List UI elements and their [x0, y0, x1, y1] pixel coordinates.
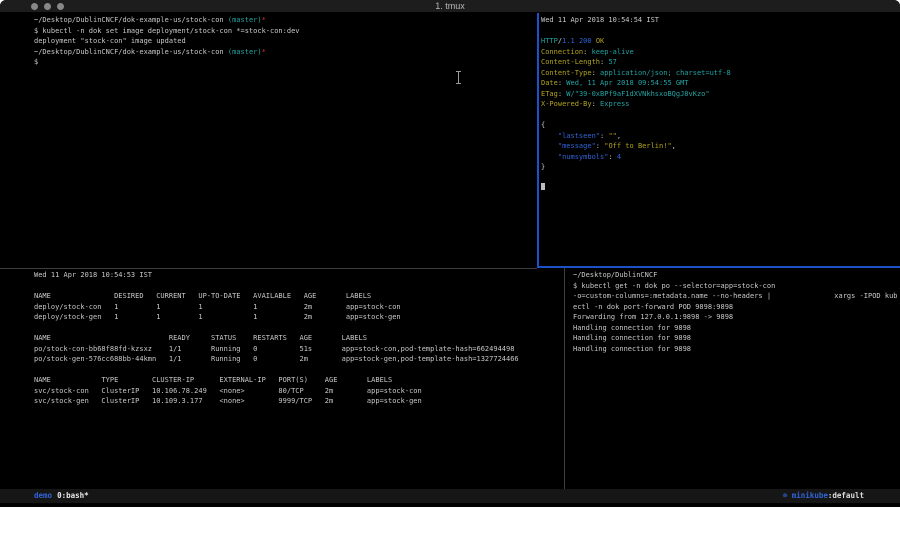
terminal-line: HTTP/1.1 200 OK [541, 36, 900, 47]
terminal-line: $ [34, 57, 537, 68]
terminal-line: ETag: W/"39-0xBPf9aF1dXVNkhsxoBQgJ8vKzo" [541, 89, 900, 100]
pane-shell-kubectl-set-image[interactable]: ~/Desktop/DublinCNCF/dok-example-us/stoc… [0, 13, 537, 266]
terminal-line: deploy/stock-gen 1 1 1 1 2m app=stock-ge… [34, 312, 564, 323]
terminal-line: svc/stock-gen ClusterIP 10.109.3.177 <no… [34, 396, 564, 407]
mouse-ibeam-cursor [456, 71, 461, 84]
terminal-line: Handling connection for 9898 [573, 344, 900, 355]
terminal-line [541, 26, 900, 37]
terminal-line [541, 110, 900, 121]
terminal-line: { [541, 120, 900, 131]
terminal-line: ~/Desktop/DublinCNCF [573, 270, 900, 281]
terminal-line: Wed 11 Apr 2018 10:54:54 IST [541, 15, 900, 26]
terminal-line: ectl -n dok port-forward POD 9898:9898 [573, 302, 900, 313]
terminal-line: "numsymbols": 4 [541, 152, 900, 163]
terminal-line: $ kubectl -n dok set image deployment/st… [34, 26, 537, 37]
terminal-line: deployment "stock-con" image updated [34, 36, 537, 47]
window-title: 1. tmux [0, 1, 900, 11]
terminal-line: } [541, 162, 900, 173]
terminal-cursor [541, 183, 545, 190]
tmux-window-tab[interactable]: 0:bash* [57, 491, 89, 500]
terminal-line [34, 281, 564, 292]
terminal-line: Content-Length: 57 [541, 57, 900, 68]
terminal-line: NAME DESIRED CURRENT UP-TO-DATE AVAILABL… [34, 291, 564, 302]
pane-border-horizontal[interactable] [0, 268, 537, 269]
terminal-line: X-Powered-By: Express [541, 99, 900, 110]
terminal-line: ~/Desktop/DublinCNCF/dok-example-us/stoc… [34, 47, 537, 58]
terminal-line: svc/stock-con ClusterIP 10.106.78.249 <n… [34, 386, 564, 397]
terminal-line [34, 365, 564, 376]
pane-http-response[interactable]: Wed 11 Apr 2018 10:54:54 IST HTTP/1.1 200… [539, 13, 900, 266]
terminal-line: Connection: keep-alive [541, 47, 900, 58]
pane-border-vertical-bottom[interactable] [564, 268, 565, 489]
pane-kubectl-get-tables[interactable]: Wed 11 Apr 2018 10:54:53 IST NAME DESIRED… [0, 268, 564, 489]
terminal-line: ~/Desktop/DublinCNCF/dok-example-us/stoc… [34, 15, 537, 26]
terminal-line: po/stock-gen-576cc688bb-44kmn 1/1 Runnin… [34, 354, 564, 365]
terminal-line [541, 183, 900, 194]
tmux-status-bar: demo 0:bash* ☸ minikube:default [0, 489, 900, 503]
terminal-line: Handling connection for 9898 [573, 323, 900, 334]
kubernetes-icon: ☸ [783, 491, 788, 500]
terminal-line: "lastseen": "", [541, 131, 900, 142]
terminal-line: $ kubectl get -n dok po --selector=app=s… [573, 281, 900, 292]
terminal-line: Wed 11 Apr 2018 10:54:53 IST [34, 270, 564, 281]
terminal-line: po/stock-con-bb68f88fd-kzsxz 1/1 Running… [34, 344, 564, 355]
terminal-line [34, 323, 564, 334]
window-titlebar: 1. tmux [0, 0, 900, 13]
terminal-line: deploy/stock-con 1 1 1 1 2m app=stock-co… [34, 302, 564, 313]
terminal-line: Content-Type: application/json; charset=… [541, 68, 900, 79]
terminal-line: "message": "Off to Berlin!", [541, 141, 900, 152]
terminal-window: 1. tmux ~/Desktop/DublinCNCF/dok-example… [0, 0, 900, 507]
pane-port-forward[interactable]: ~/Desktop/DublinCNCF$ kubectl get -n dok… [566, 268, 900, 489]
pane-border-horizontal-active[interactable] [537, 266, 900, 268]
terminal-line: Date: Wed, 11 Apr 2018 09:54:55 GMT [541, 78, 900, 89]
tmux-session-name: demo [34, 491, 52, 500]
terminal-line: Forwarding from 127.0.0.1:9898 -> 9898 [573, 312, 900, 323]
terminal-line: Handling connection for 9898 [573, 333, 900, 344]
terminal-line [541, 173, 900, 184]
terminal-line: -o=custom-columns=:metadata.name --no-he… [573, 291, 900, 302]
pane-border-vertical-top[interactable] [537, 13, 539, 268]
kube-context: minikube [792, 491, 828, 500]
terminal-line: NAME READY STATUS RESTARTS AGE LABELS [34, 333, 564, 344]
terminal-line: NAME TYPE CLUSTER-IP EXTERNAL-IP PORT(S)… [34, 375, 564, 386]
kube-namespace: :default [828, 491, 864, 500]
